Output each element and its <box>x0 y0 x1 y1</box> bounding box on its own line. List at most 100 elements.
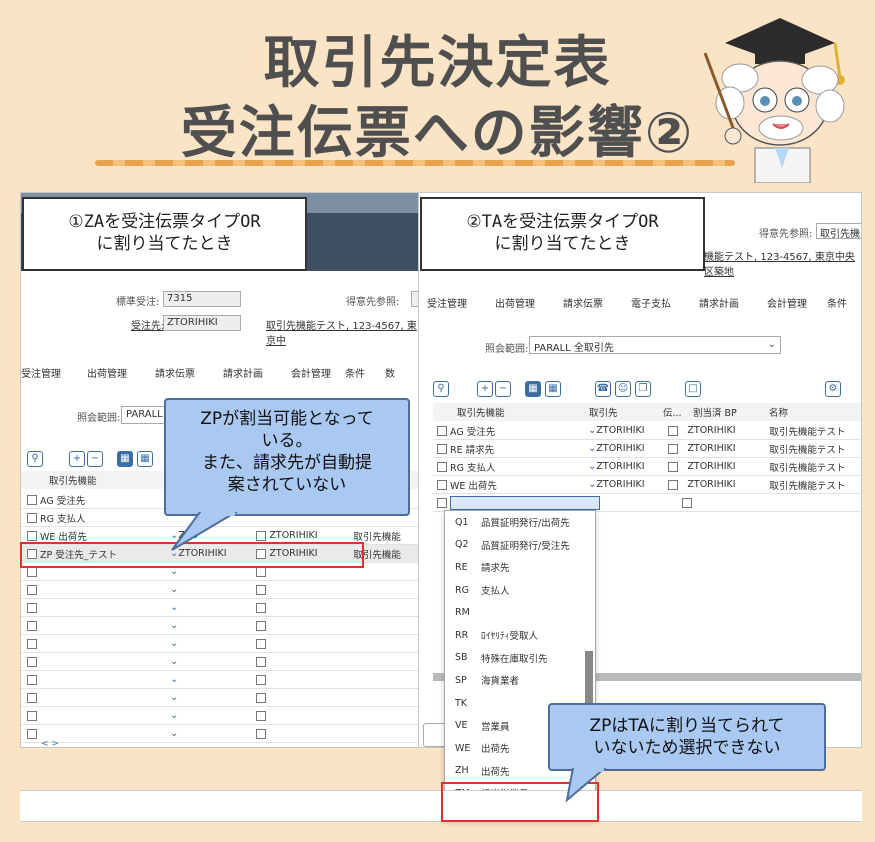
row-checkbox[interactable] <box>256 620 267 631</box>
chevron-down-icon[interactable]: ⌄ <box>170 656 178 667</box>
row-checkbox[interactable] <box>27 566 37 577</box>
remove-row-icon-right[interactable]: − <box>495 381 511 397</box>
row-checkbox[interactable] <box>27 512 37 523</box>
row-checkbox[interactable] <box>668 479 679 490</box>
row-checkbox[interactable] <box>256 674 267 685</box>
row-checkbox[interactable] <box>437 497 447 508</box>
row-checkbox[interactable] <box>27 620 37 631</box>
add-row-icon-right[interactable]: + <box>477 381 493 397</box>
dropdown-option[interactable]: Q2 品質証明発行/受注先 <box>445 534 595 557</box>
tab-left-4[interactable]: 会計管理 <box>291 365 345 380</box>
dropdown-option[interactable]: SB 特殊在庫取引先 <box>445 647 595 670</box>
row-checkbox[interactable] <box>668 443 679 454</box>
table-row[interactable]: ⌄ <box>21 671 419 689</box>
chevron-down-icon[interactable]: ⌄ <box>588 461 596 472</box>
row-checkbox[interactable] <box>437 425 447 436</box>
chevron-down-icon[interactable]: ⌄ <box>170 620 178 631</box>
tab-right-5[interactable]: 会計管理 <box>767 295 827 310</box>
row-checkbox[interactable] <box>27 728 37 739</box>
address-right[interactable]: 機能テスト, 123-4567, 東京中央区築地 <box>704 248 861 278</box>
scope-select-left[interactable]: PARALL <box>121 406 166 424</box>
zoom-icon-right[interactable]: ⚲ <box>433 381 449 397</box>
tab-left-5[interactable]: 条件 <box>345 365 385 380</box>
row-checkbox[interactable] <box>27 494 37 505</box>
add-row-icon-left[interactable]: + <box>69 451 85 467</box>
table-row[interactable]: RE 請求先 ⌄ ZTORIHIKI ZTORIHIKI 取引先機能テスト <box>433 440 861 458</box>
box-icon[interactable]: □ <box>685 381 701 397</box>
phone-icon[interactable]: ☎ <box>595 381 611 397</box>
chevron-down-icon[interactable]: ⌄ <box>588 479 596 490</box>
chevron-down-icon[interactable]: ⌄ <box>170 728 178 739</box>
row-checkbox[interactable] <box>256 602 267 613</box>
row-checkbox[interactable] <box>256 710 267 721</box>
horizontal-scroll-arrows[interactable]: < > <box>41 739 59 747</box>
row-checkbox[interactable] <box>668 425 679 436</box>
ref-field-right[interactable]: 取引先機 <box>816 223 861 240</box>
chevron-down-icon[interactable]: ⌄ <box>170 584 178 595</box>
row-checkbox[interactable] <box>256 656 267 667</box>
chevron-down-icon[interactable]: ⌄ <box>170 692 178 703</box>
row-checkbox[interactable] <box>256 530 267 541</box>
row-checkbox[interactable] <box>27 602 37 613</box>
grid-icon-left[interactable]: ▦ <box>117 451 133 467</box>
copy-icon[interactable]: ❐ <box>635 381 651 397</box>
table-row[interactable]: ⌄ <box>21 725 419 743</box>
people-icon[interactable]: ☺ <box>615 381 631 397</box>
sold-to-field[interactable]: ZTORIHIKI <box>163 315 241 331</box>
zoom-icon-left[interactable]: ⚲ <box>27 451 43 467</box>
row-checkbox[interactable] <box>27 638 37 649</box>
grid-alt-icon-left[interactable]: ▦ <box>137 451 153 467</box>
tab-right-2[interactable]: 請求伝票 <box>563 295 631 310</box>
dropdown-option[interactable]: RM <box>445 601 595 624</box>
row-checkbox[interactable] <box>256 728 267 739</box>
dropdown-option[interactable]: Q1 品質証明発行/出荷先 <box>445 511 595 534</box>
tab-right-4[interactable]: 請求計画 <box>699 295 767 310</box>
tab-right-3[interactable]: 電子支払 <box>631 295 699 310</box>
dropdown-option[interactable]: RG 支払人 <box>445 579 595 602</box>
chevron-down-icon[interactable]: ⌄ <box>588 425 596 436</box>
tab-right-6[interactable]: 条件 <box>827 295 847 310</box>
row-checkbox[interactable] <box>27 710 37 721</box>
table-row[interactable]: ⌄ <box>21 689 419 707</box>
tab-left-0[interactable]: 受注管理 <box>21 365 87 380</box>
chevron-down-icon[interactable]: ⌄ <box>170 602 178 613</box>
tab-right-1[interactable]: 出荷管理 <box>495 295 563 310</box>
dropdown-option[interactable]: RE 請求先 <box>445 556 595 579</box>
tab-left-1[interactable]: 出荷管理 <box>87 365 155 380</box>
table-row[interactable]: ⌄ <box>21 617 419 635</box>
row-checkbox[interactable] <box>27 656 37 667</box>
row-checkbox[interactable] <box>256 638 267 649</box>
std-order-field[interactable]: 7315 <box>163 291 241 307</box>
tab-right-0[interactable]: 受注管理 <box>427 295 495 310</box>
tab-left-6[interactable]: 数 <box>385 365 395 380</box>
row-checkbox[interactable] <box>27 530 37 541</box>
grid-icon-right[interactable]: ▦ <box>525 381 541 397</box>
chevron-down-icon[interactable]: ⌄ <box>170 674 178 685</box>
remove-row-icon-left[interactable]: − <box>87 451 103 467</box>
dropdown-option[interactable]: RR ﾛｲﾔﾘﾃｨ受取人 <box>445 624 595 647</box>
settings-icon[interactable]: ⚙ <box>825 381 841 397</box>
table-row[interactable]: ⌄ <box>21 635 419 653</box>
row-checkbox[interactable] <box>437 443 447 454</box>
row-checkbox[interactable] <box>437 461 447 472</box>
table-row[interactable]: ⌄ <box>21 653 419 671</box>
function-select-open[interactable] <box>450 495 600 510</box>
chevron-down-icon[interactable]: ⌄ <box>588 443 596 454</box>
row-checkbox[interactable] <box>27 584 37 595</box>
grid-alt-icon-right[interactable]: ▦ <box>545 381 561 397</box>
chevron-down-icon[interactable]: ⌄ <box>170 638 178 649</box>
chevron-down-icon[interactable]: ⌄ <box>170 710 178 721</box>
tab-left-2[interactable]: 請求伝票 <box>155 365 223 380</box>
row-checkbox[interactable] <box>256 584 267 595</box>
row-checkbox[interactable] <box>668 461 679 472</box>
table-row[interactable]: RG 支払人 ⌄ ZTORIHIKI ZTORIHIKI 取引先機能テスト <box>433 458 861 476</box>
table-row[interactable]: ⌄ <box>21 581 419 599</box>
row-checkbox[interactable] <box>437 479 447 490</box>
tab-left-3[interactable]: 請求計画 <box>223 365 291 380</box>
scope-select-right[interactable]: PARALL 全取引先 ⌄ <box>529 336 781 354</box>
table-row[interactable]: ⌄ <box>21 707 419 725</box>
row-checkbox[interactable] <box>27 692 37 703</box>
row-checkbox[interactable] <box>256 566 267 577</box>
table-row[interactable]: WE 出荷先 ⌄ ZTORIHIKI ZTORIHIKI 取引先機能テスト <box>433 476 861 494</box>
table-row[interactable]: ⌄ <box>21 599 419 617</box>
